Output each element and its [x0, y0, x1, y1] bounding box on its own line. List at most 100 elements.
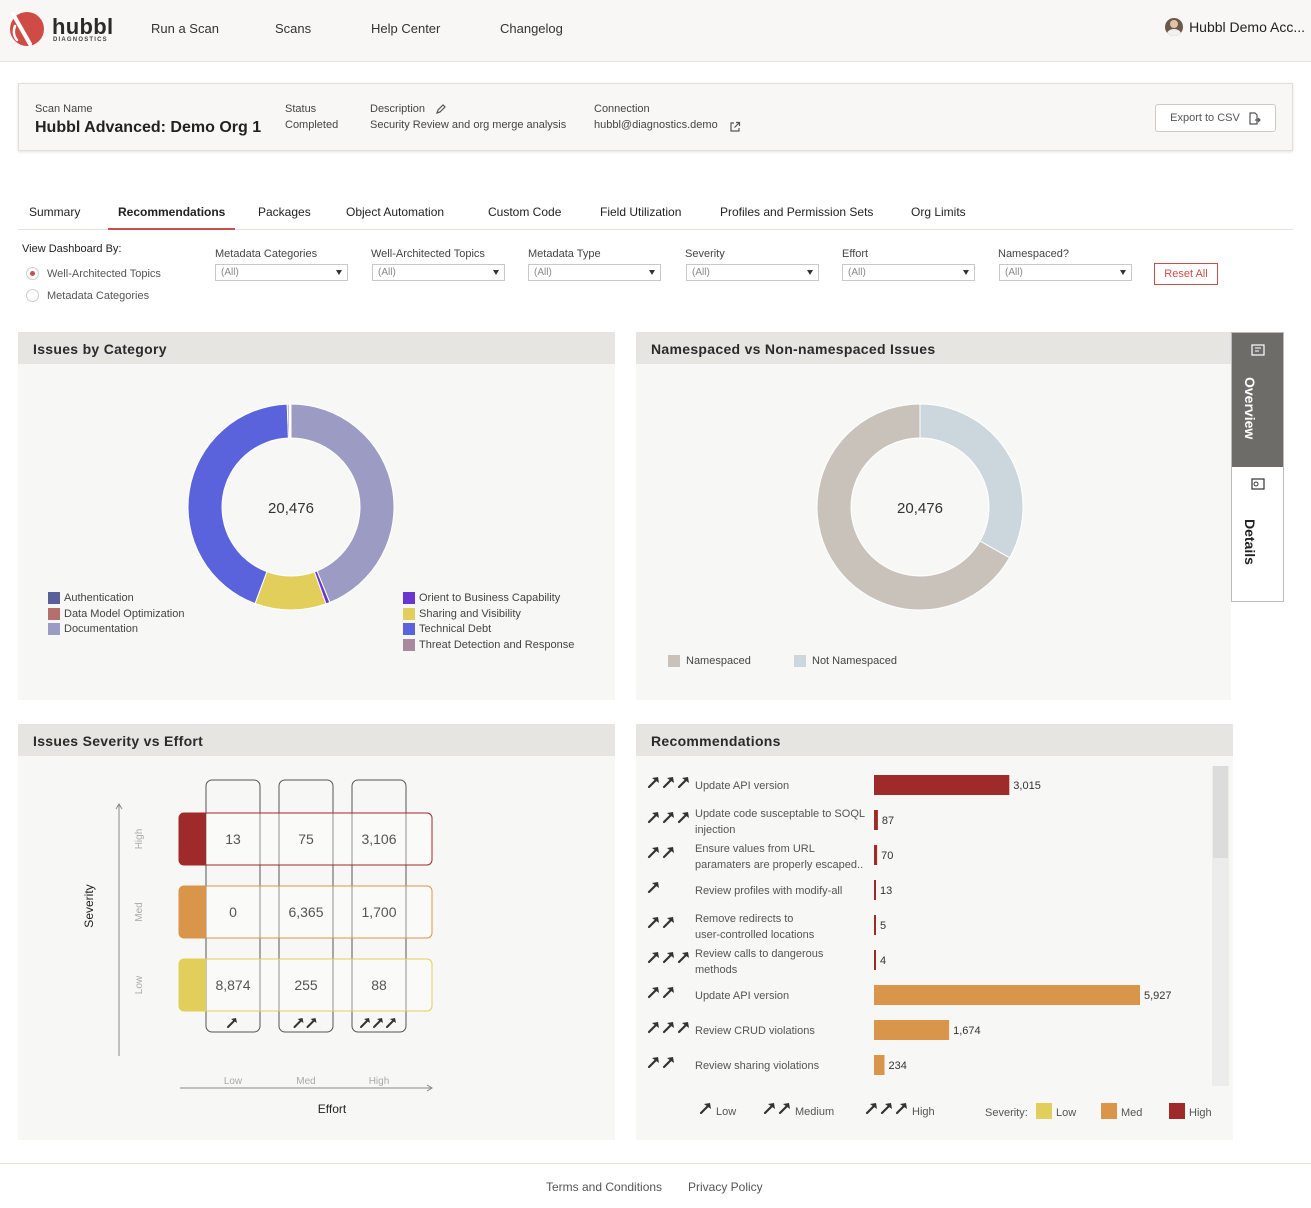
recommendation-label[interactable]: user-controlled locations	[695, 929, 815, 941]
recommendation-bar[interactable]	[874, 1055, 885, 1075]
radio-selected-icon	[26, 267, 39, 280]
legend-swatch	[48, 623, 60, 635]
legend-item[interactable]: Documentation	[48, 623, 138, 635]
severity-tick-label: Med	[134, 902, 145, 921]
account-menu[interactable]: Hubbl Demo Acc...	[1165, 18, 1305, 36]
recommendation-label[interactable]: Remove redirects to	[695, 913, 793, 925]
category-slice-authentication[interactable]	[289, 403, 292, 439]
filter-namespaced[interactable]: (All)	[999, 264, 1132, 281]
recommendation-bar[interactable]	[874, 985, 1140, 1005]
recommendation-bar[interactable]	[874, 1020, 950, 1040]
legend-item[interactable]: Not Namespaced	[794, 655, 897, 667]
recommendation-bar[interactable]	[874, 950, 876, 970]
filter-well-architected-topics[interactable]: (All)	[372, 264, 505, 281]
legend-swatch	[48, 592, 60, 604]
tab-profiles-and-permission-sets[interactable]: Profiles and Permission Sets	[720, 205, 873, 219]
tab-custom-code[interactable]: Custom Code	[488, 205, 561, 219]
filter-label-effort: Effort	[842, 248, 869, 260]
effort-legend-label: High	[912, 1106, 935, 1118]
privacy-policy-link[interactable]: Privacy Policy	[688, 1180, 763, 1194]
tab-packages[interactable]: Packages	[258, 205, 311, 219]
recommendation-label[interactable]: Update API version	[695, 780, 789, 792]
recommendation-label[interactable]: paramaters are properly escaped..	[695, 859, 863, 871]
recommendation-label[interactable]: Ensure values from URL	[695, 843, 815, 855]
legend-item[interactable]: Namespaced	[668, 655, 751, 667]
hubbl-logo-icon[interactable]	[8, 10, 46, 53]
tab-org-limits[interactable]: Org Limits	[911, 205, 966, 219]
tab-recommendations[interactable]: Recommendations	[118, 205, 225, 219]
hammer-icon	[662, 952, 674, 964]
filter-label-metadata-type: Metadata Type	[528, 248, 601, 260]
hammer-icon	[865, 1103, 877, 1115]
severity-marker-high	[179, 813, 206, 865]
filter-severity[interactable]: (All)	[686, 264, 819, 281]
export-to-csv-button[interactable]: Export to CSV	[1155, 104, 1276, 132]
legend-item[interactable]: Data Model Optimization	[48, 607, 184, 620]
filter-value: (All)	[1005, 267, 1023, 278]
recommendation-label[interactable]: Update code susceptable to SOQL	[695, 808, 865, 820]
matrix-cell-value[interactable]: 13	[225, 831, 241, 847]
matrix-cell-value[interactable]: 3,106	[361, 831, 396, 847]
legend-item[interactable]: Threat Detection and Response	[403, 638, 574, 651]
dropdown-arrow-icon	[1120, 270, 1126, 275]
namespaced-panel: Namespaced vs Non-namespaced Issues 20,4…	[636, 332, 1231, 700]
panel-title: Issues by Category	[33, 341, 167, 357]
tab-summary[interactable]: Summary	[29, 205, 80, 219]
reset-all-button[interactable]: Reset All	[1154, 263, 1218, 285]
matrix-cell-value[interactable]: 0	[229, 904, 237, 920]
legend-label: Technical Debt	[419, 623, 492, 635]
scrollbar-track[interactable]	[1212, 766, 1229, 1086]
side-tab-details[interactable]: Details	[1232, 467, 1283, 601]
recommendation-bar[interactable]	[874, 775, 1010, 795]
terms-and-conditions-link[interactable]: Terms and Conditions	[546, 1180, 662, 1194]
scrollbar-thumb[interactable]	[1213, 766, 1228, 858]
status-value: Completed	[285, 119, 339, 131]
recommendation-value-label: 4	[880, 955, 886, 967]
edit-pencil-icon[interactable]	[435, 102, 447, 120]
external-link-icon[interactable]	[729, 120, 741, 138]
filter-effort[interactable]: (All)	[842, 264, 975, 281]
matrix-cell-value[interactable]: 8,874	[215, 977, 250, 993]
category-slice-sharing-and-visibility[interactable]	[254, 571, 327, 611]
matrix-cell-value[interactable]: 1,700	[361, 904, 396, 920]
matrix-cell-value[interactable]: 75	[298, 831, 314, 847]
recommendation-bar[interactable]	[874, 915, 876, 935]
recommendation-label[interactable]: Review CRUD violations	[695, 1025, 815, 1037]
matrix-cell-value[interactable]: 255	[294, 977, 318, 993]
legend-item[interactable]: Orient to Business Capability	[403, 592, 560, 604]
tab-object-automation[interactable]: Object Automation	[346, 205, 444, 219]
matrix-cell-value[interactable]: 6,365	[288, 904, 323, 920]
recommendation-label[interactable]: methods	[695, 964, 738, 976]
legend-item[interactable]: Sharing and Visibility	[403, 607, 521, 620]
panel-title: Recommendations	[651, 733, 781, 749]
matrix-cell-value[interactable]: 88	[371, 977, 387, 993]
recommendation-bar[interactable]	[874, 880, 876, 900]
legend-label: Not Namespaced	[812, 655, 897, 667]
filter-metadata-categories[interactable]: (All)	[215, 264, 348, 281]
nav-run-a-scan[interactable]: Run a Scan	[151, 21, 219, 36]
recommendation-value-label: 234	[889, 1060, 907, 1072]
radio-metadata-categories[interactable]: Metadata Categories	[26, 289, 149, 302]
nav-changelog[interactable]: Changelog	[500, 21, 563, 36]
legend-item[interactable]: Technical Debt	[403, 623, 491, 635]
recommendation-bar[interactable]	[874, 810, 878, 830]
recommendation-label[interactable]: injection	[695, 824, 735, 836]
radio-well-architected-topics[interactable]: Well-Architected Topics	[26, 267, 161, 280]
panel-header: Issues Severity vs Effort	[18, 724, 615, 756]
tab-field-utilization[interactable]: Field Utilization	[600, 205, 681, 219]
hammer-icon	[662, 812, 674, 824]
radio-unselected-icon	[26, 289, 39, 302]
legend-item[interactable]: Authentication	[48, 592, 134, 604]
recommendation-label[interactable]: Review calls to dangerous	[695, 948, 824, 960]
recommendation-label[interactable]: Update API version	[695, 990, 789, 1002]
recommendation-label[interactable]: Review sharing violations	[695, 1060, 820, 1072]
recommendation-bar[interactable]	[874, 845, 878, 865]
filter-metadata-type[interactable]: (All)	[528, 264, 661, 281]
effort-legend-label: Medium	[795, 1106, 834, 1118]
nav-help-center[interactable]: Help Center	[371, 21, 440, 36]
connection-value[interactable]: hubbl@diagnostics.demo	[594, 119, 718, 131]
side-tab-overview[interactable]: Overview	[1232, 333, 1283, 467]
namespaced-slice-not-namespaced[interactable]	[919, 403, 1024, 559]
nav-scans[interactable]: Scans	[275, 21, 311, 36]
recommendation-label[interactable]: Review profiles with modify-all	[695, 885, 842, 897]
